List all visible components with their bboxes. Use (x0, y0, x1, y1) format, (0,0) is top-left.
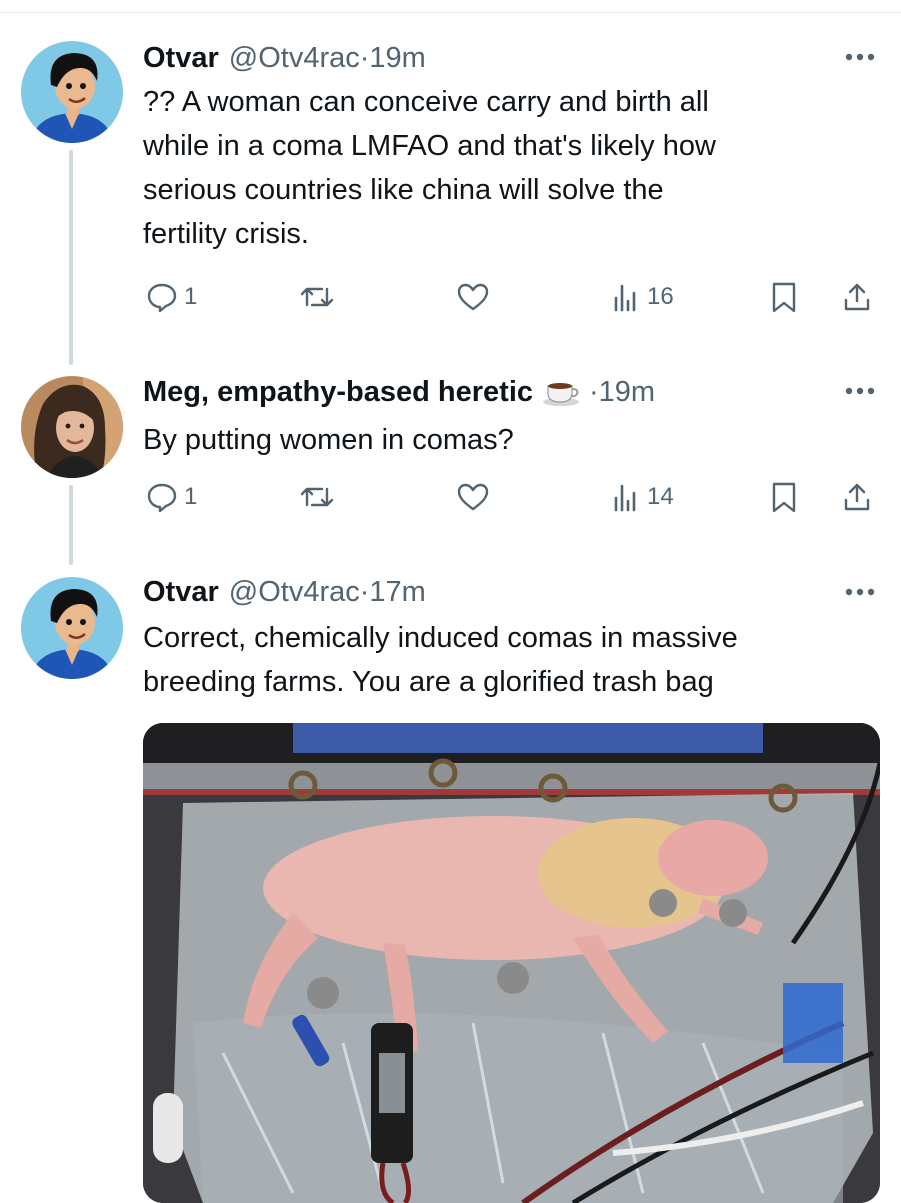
views-button[interactable]: 16 (611, 277, 674, 317)
bookmark-button[interactable] (769, 477, 799, 517)
share-icon (844, 483, 870, 511)
tweet-media[interactable] (143, 723, 880, 1203)
timestamp[interactable]: ·19m (360, 42, 426, 75)
thread-line (69, 150, 73, 365)
views-count: 16 (647, 283, 674, 310)
views-icon (614, 284, 636, 312)
timestamp[interactable]: ·17m (360, 576, 426, 609)
share-button[interactable] (841, 477, 873, 517)
views-icon (614, 484, 636, 512)
more-icon[interactable] (840, 582, 880, 602)
coffee-cup-emoji (541, 377, 581, 407)
share-button[interactable] (841, 277, 873, 317)
retweet-button[interactable] (298, 477, 336, 517)
author-handle[interactable]: @Otv4rac (229, 576, 360, 609)
reply-button[interactable]: 1 (146, 277, 197, 317)
views-button[interactable]: 14 (611, 477, 674, 517)
bookmark-icon (772, 482, 796, 513)
reply-icon (147, 483, 177, 513)
like-button[interactable] (456, 277, 490, 317)
tweet-text-line: serious countries like china will solve … (143, 174, 664, 206)
reply-count: 1 (184, 283, 198, 310)
author-name[interactable]: Otvar (143, 576, 219, 609)
tweet-text: ?? A woman can conceive carry and birth … (143, 80, 863, 256)
avatar[interactable] (21, 376, 123, 478)
action-bar: 1 14 (143, 477, 883, 517)
tweet-text-line: while in a coma LMFAO and that's likely … (143, 130, 716, 162)
action-bar: 1 16 (143, 277, 883, 317)
like-icon (457, 483, 489, 511)
cartoon-boy-avatar (21, 577, 123, 679)
author-handle[interactable]: @Otv4rac (229, 42, 360, 75)
tweet-text-line: Correct, chemically induced comas in mas… (143, 622, 738, 654)
bookmark-button[interactable] (769, 277, 799, 317)
like-button[interactable] (456, 477, 490, 517)
more-icon[interactable] (840, 47, 880, 67)
cartoon-boy-avatar (21, 41, 123, 143)
tweet-text: Correct, chemically induced comas in mas… (143, 616, 863, 704)
bookmark-icon (772, 282, 796, 313)
author-name[interactable]: Otvar (143, 42, 219, 75)
tweet-text: By putting women in comas? (143, 418, 863, 462)
retweet-button[interactable] (298, 277, 336, 317)
like-icon (457, 283, 489, 311)
avatar[interactable] (21, 577, 123, 679)
thread-line (69, 485, 73, 565)
tweet-text-line: breeding farms. You are a glorified tras… (143, 666, 714, 698)
reply-count: 1 (184, 483, 198, 510)
reply-icon (147, 283, 177, 313)
tweet-text-line: By putting women in comas? (143, 424, 514, 456)
author-name[interactable]: Meg, empathy-based heretic (143, 376, 533, 409)
avatar[interactable] (21, 41, 123, 143)
retweet-icon (300, 287, 334, 307)
woman-photo-avatar (21, 376, 123, 478)
divider (0, 12, 901, 13)
reply-button[interactable]: 1 (146, 477, 197, 517)
share-icon (844, 283, 870, 311)
lamb-in-artificial-womb-photo (143, 723, 880, 1203)
timestamp[interactable]: ·19m (589, 376, 655, 409)
tweet-text-line: fertility crisis. (143, 218, 309, 250)
retweet-icon (300, 487, 334, 507)
more-icon[interactable] (840, 381, 880, 401)
tweet-text-line: ?? A woman can conceive carry and birth … (143, 86, 709, 118)
views-count: 14 (647, 483, 674, 510)
